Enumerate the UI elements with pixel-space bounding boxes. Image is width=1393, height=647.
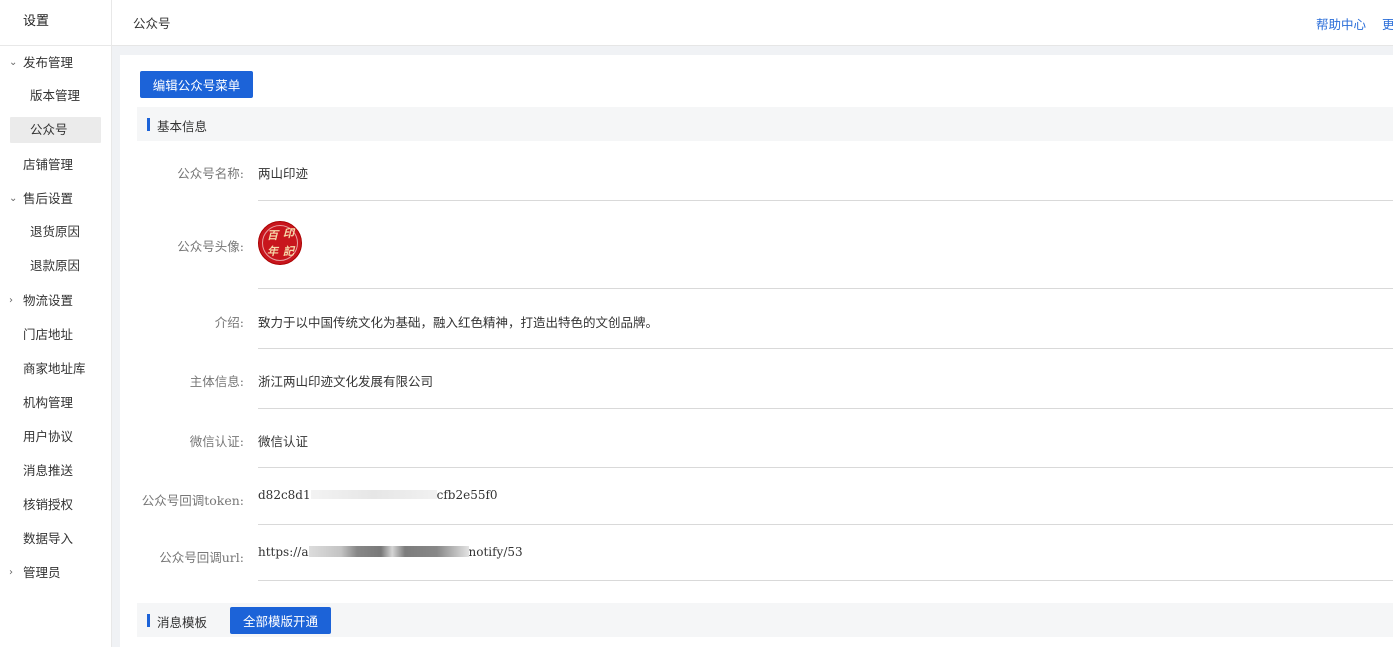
sidebar-item-label: 数据导入: [23, 531, 74, 546]
sidebar-item-label: 退款原因: [30, 258, 81, 273]
sidebar-item-version-management[interactable]: 版本管理: [0, 83, 111, 109]
sidebar-item-after-sales[interactable]: ⌄ 售后设置: [0, 186, 111, 212]
divider: [258, 467, 1393, 468]
chevron-right-icon: ›: [9, 567, 13, 578]
callback-url-label: 公众号回调url:: [159, 550, 244, 565]
account-name-label: 公众号名称:: [177, 166, 244, 181]
sidebar-item-label: 门店地址: [23, 327, 74, 342]
sidebar-item-administrator[interactable]: › 管理员: [0, 560, 111, 586]
more-link[interactable]: 更: [1382, 14, 1393, 33]
token-start: d82c8d1: [258, 488, 311, 502]
divider: [258, 348, 1393, 349]
section-marker: [147, 118, 150, 131]
sidebar-item-publish-management[interactable]: ⌄ 发布管理: [0, 50, 111, 76]
divider: [258, 200, 1393, 201]
sidebar-item-verification-auth[interactable]: 核销授权: [0, 492, 111, 518]
wechat-verify-label: 微信认证:: [189, 434, 244, 449]
account-name-value: 两山印迹: [258, 166, 309, 181]
sidebar: 设置 ⌄ 发布管理 版本管理 公众号 店铺管理 ⌄ 售后设置 退货原因 退款原因…: [0, 0, 112, 647]
chevron-down-icon: ⌄: [9, 57, 18, 68]
sidebar-item-logistics[interactable]: › 物流设置: [0, 288, 111, 314]
divider: [258, 524, 1393, 525]
sidebar-item-user-agreement[interactable]: 用户协议: [0, 424, 111, 450]
sidebar-item-official-account[interactable]: 公众号: [10, 117, 101, 143]
account-avatar: 百 印 年 記: [258, 221, 302, 265]
sidebar-item-store-management[interactable]: 店铺管理: [0, 152, 111, 178]
sidebar-item-message-push[interactable]: 消息推送: [0, 458, 111, 484]
intro-label: 介绍:: [214, 315, 244, 330]
divider: [258, 580, 1393, 581]
help-center-link[interactable]: 帮助中心: [1316, 14, 1366, 33]
seal-char: 百: [267, 229, 278, 242]
callback-token-label: 公众号回调token:: [141, 493, 244, 508]
section-title: 消息模板: [157, 615, 208, 630]
token-end: cfb2e55f0: [436, 488, 498, 502]
sidebar-item-label: 用户协议: [23, 429, 74, 444]
sidebar-item-data-import[interactable]: 数据导入: [0, 526, 111, 552]
sidebar-title: 设置: [0, 0, 111, 46]
entity-value: 浙江两山印迹文化发展有限公司: [258, 374, 434, 389]
redacted-mask: [308, 546, 469, 557]
url-start: https://a: [258, 545, 309, 559]
section-marker: [147, 614, 150, 627]
redacted-mask: [310, 490, 437, 499]
sidebar-item-merchant-address-book[interactable]: 商家地址库: [0, 356, 111, 382]
divider: [258, 288, 1393, 289]
callback-token-value: d82c8d1 cfb2e55f0: [258, 488, 498, 502]
sidebar-item-label: 售后设置: [23, 191, 74, 206]
edit-menu-button[interactable]: 编辑公众号菜单: [140, 71, 253, 98]
account-avatar-label: 公众号头像:: [177, 239, 244, 254]
chevron-down-icon: ⌄: [9, 193, 18, 204]
divider: [258, 408, 1393, 409]
entity-label: 主体信息:: [189, 374, 244, 389]
intro-value: 致力于以中国传统文化为基础，融入红色精神，打造出特色的文创品牌。: [258, 315, 659, 330]
official-account-card: 编辑公众号菜单 基本信息 公众号名称: 两山印迹 公众号头像: 百 印 年 記 …: [120, 55, 1393, 647]
section-title: 基本信息: [157, 119, 208, 134]
enable-all-templates-button[interactable]: 全部模版开通: [230, 607, 331, 634]
sidebar-item-label: 发布管理: [23, 55, 74, 70]
callback-url-value: https://a notify/53: [258, 545, 523, 559]
sidebar-item-label: 店铺管理: [23, 157, 74, 172]
sidebar-item-label: 物流设置: [23, 293, 74, 308]
sidebar-item-label: 管理员: [23, 565, 61, 580]
seal-char: 年: [267, 245, 278, 258]
seal-char: 印: [283, 227, 294, 240]
sidebar-item-label: 退货原因: [30, 224, 81, 239]
sidebar-item-label: 核销授权: [23, 497, 74, 512]
sidebar-item-label: 消息推送: [23, 463, 74, 478]
chevron-right-icon: ›: [9, 295, 13, 306]
wechat-verify-value: 微信认证: [258, 434, 309, 449]
sidebar-item-label: 公众号: [30, 122, 68, 137]
sidebar-item-store-address[interactable]: 门店地址: [0, 322, 111, 348]
sidebar-item-label: 商家地址库: [23, 361, 86, 376]
message-template-section-header: 消息模板 全部模版开通: [137, 603, 1393, 637]
basic-info-section-header: 基本信息: [137, 107, 1393, 141]
sidebar-item-refund-reason[interactable]: 退款原因: [0, 253, 111, 279]
sidebar-item-label: 版本管理: [30, 88, 81, 103]
sidebar-item-return-reason[interactable]: 退货原因: [0, 219, 111, 245]
url-end: notify/53: [468, 545, 523, 559]
page-title: 公众号: [133, 16, 171, 31]
top-bar: 公众号 帮助中心 更: [112, 0, 1393, 46]
sidebar-item-organization[interactable]: 机构管理: [0, 390, 111, 416]
sidebar-item-label: 机构管理: [23, 395, 74, 410]
seal-char: 記: [283, 245, 294, 258]
